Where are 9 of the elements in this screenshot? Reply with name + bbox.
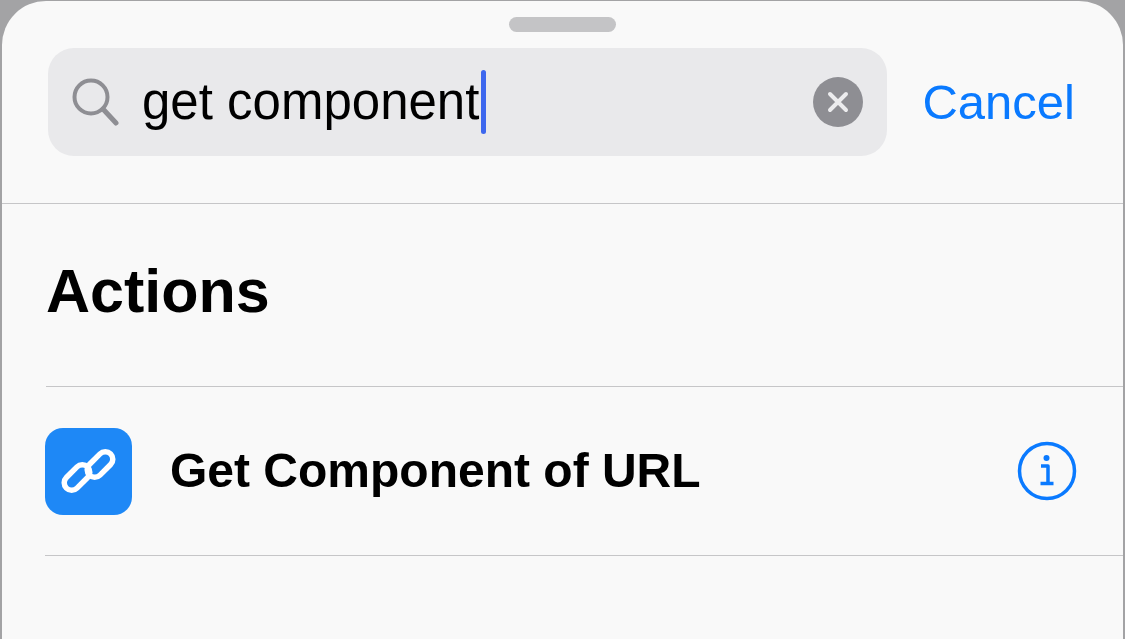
clear-icon[interactable] xyxy=(813,77,864,127)
search-field[interactable]: get component xyxy=(48,48,888,156)
action-title: Get Component of URL xyxy=(170,443,701,500)
link-icon xyxy=(45,427,132,515)
cancel-button[interactable]: Cancel xyxy=(922,72,1075,132)
drag-handle[interactable] xyxy=(509,17,616,32)
info-icon[interactable] xyxy=(1017,441,1077,501)
section-heading: Actions xyxy=(46,261,270,322)
search-icon xyxy=(72,78,119,126)
